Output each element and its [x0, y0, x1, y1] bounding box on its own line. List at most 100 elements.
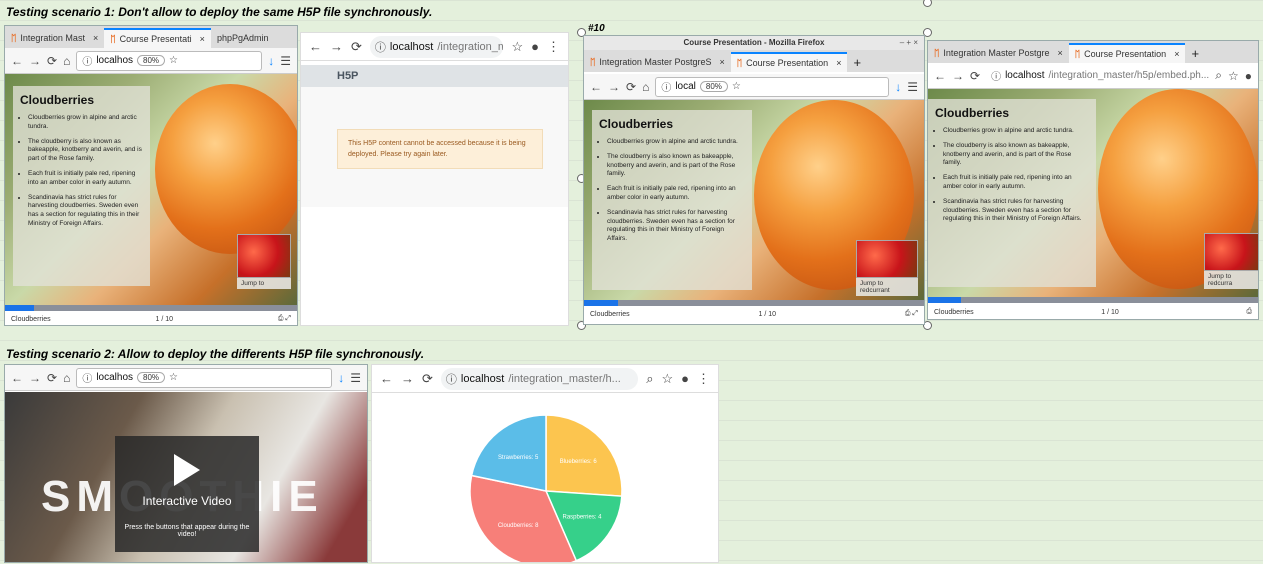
- download-icon[interactable]: ↓: [268, 54, 274, 68]
- video-title: Interactive Video: [142, 494, 232, 508]
- forward-icon[interactable]: →: [29, 371, 41, 385]
- play-icon[interactable]: [174, 454, 200, 486]
- back-icon[interactable]: ←: [11, 371, 23, 385]
- page-counter[interactable]: 1 / 10: [1101, 309, 1119, 316]
- url-bar[interactable]: ⓘ local 80% ☆: [655, 76, 890, 97]
- tab-course[interactable]: ᛖ Course Presentati ×: [104, 28, 211, 48]
- star-icon[interactable]: ☆: [169, 372, 178, 383]
- tab-course[interactable]: ᛖ Course Presentation ×: [730, 52, 848, 72]
- redcurrant-thumbnail[interactable]: [856, 240, 918, 278]
- nav-toolbar: ← → ⟳ ⓘ localhost/integration_master/h5p…: [928, 63, 1258, 89]
- close-icon[interactable]: ×: [200, 34, 205, 44]
- tab-integration[interactable]: ᛖ Integration Master PostgreS ×: [584, 52, 731, 72]
- back-icon[interactable]: ←: [590, 80, 602, 94]
- window-titlebar: Course Presentation - Mozilla Firefox – +…: [584, 36, 924, 50]
- jump-link[interactable]: Jump to: [237, 278, 291, 289]
- star-icon[interactable]: ☆: [511, 39, 523, 55]
- text-card: Cloudberries Cloudberries grow in alpine…: [13, 86, 150, 286]
- tab-integration[interactable]: ᛖ Integration Mast ×: [5, 28, 104, 48]
- reload-icon[interactable]: ⟳: [351, 39, 362, 55]
- menu-icon[interactable]: ☰: [907, 80, 918, 94]
- menu-icon[interactable]: ☰: [350, 371, 361, 385]
- home-icon[interactable]: ⌂: [63, 371, 70, 385]
- video-overlay[interactable]: Interactive Video Press the buttons that…: [115, 436, 259, 552]
- new-tab-icon[interactable]: +: [1185, 43, 1205, 63]
- print-icon[interactable]: ⎙ ⤢: [278, 315, 291, 323]
- progress-bar[interactable]: [5, 305, 297, 311]
- nav-toolbar: ← → ⟳ ⌂ ⓘ localhos 80% ☆ ↓ ☰: [5, 48, 297, 74]
- reload-icon[interactable]: ⟳: [970, 69, 980, 83]
- progress-bar[interactable]: [928, 297, 1258, 303]
- back-icon[interactable]: ←: [11, 54, 23, 68]
- jump-link[interactable]: Jump to redcurra: [1204, 271, 1258, 289]
- url-bar[interactable]: ⓘ localhos 80% ☆: [76, 50, 263, 71]
- menu-icon[interactable]: ☰: [280, 54, 291, 68]
- back-icon[interactable]: ←: [934, 69, 946, 83]
- forward-icon[interactable]: →: [29, 54, 41, 68]
- new-tab-icon[interactable]: +: [847, 52, 867, 72]
- scenario1-heading: Testing scenario 1: Don't allow to deplo…: [6, 5, 433, 19]
- reload-icon[interactable]: ⟳: [422, 371, 433, 387]
- star-icon[interactable]: ☆: [732, 81, 741, 92]
- zoom-badge[interactable]: 80%: [137, 372, 166, 383]
- zoom-badge[interactable]: 80%: [137, 55, 166, 66]
- tab-strip: ᛖ Integration Mast × ᛖ Course Presentati × p…: [5, 26, 297, 48]
- zoom-badge[interactable]: 80%: [699, 81, 728, 92]
- browser-window-1: ᛖ Integration Mast × ᛖ Course Presentati × p…: [4, 25, 298, 326]
- account-icon[interactable]: ●: [531, 39, 539, 54]
- browser-window-4: ᛖ Integration Master Postgre × ᛖ Course Pre…: [927, 40, 1259, 320]
- close-icon[interactable]: ×: [836, 58, 841, 68]
- account-icon[interactable]: ●: [1245, 69, 1252, 83]
- bullet: Scandinavia has strict rules for harvest…: [943, 198, 1089, 224]
- window-controls[interactable]: – + ×: [900, 36, 918, 50]
- url-bar[interactable]: ⓘ localhost/integration_master/h...: [369, 35, 504, 58]
- kebab-menu-icon[interactable]: ⋮: [547, 39, 560, 55]
- url-bar[interactable]: ⓘ localhost/integration_master/h...: [440, 367, 639, 390]
- reload-icon[interactable]: ⟳: [47, 371, 57, 385]
- close-icon[interactable]: ×: [1174, 49, 1179, 59]
- search-icon[interactable]: ⌕: [1215, 68, 1222, 83]
- scenario2-heading: Testing scenario 2: Allow to deploy the …: [6, 347, 425, 361]
- info-icon: ⓘ: [374, 41, 386, 54]
- url-bar[interactable]: ⓘ localhost/integration_master/h5p/embed…: [986, 65, 1210, 86]
- home-icon[interactable]: ⌂: [63, 54, 70, 68]
- url-bar[interactable]: ⓘ localhos 80% ☆: [76, 367, 333, 388]
- progress-bar[interactable]: [584, 300, 924, 306]
- pie-slice-blueberries[interactable]: [545, 414, 623, 497]
- back-icon[interactable]: ←: [309, 39, 322, 54]
- reload-icon[interactable]: ⟳: [47, 54, 57, 68]
- print-icon[interactable]: ⎙: [1246, 308, 1252, 316]
- pie-chart: Blueberries: 6 Raspberries: 4 Cloudberries…: [469, 414, 623, 562]
- forward-icon[interactable]: →: [608, 80, 620, 94]
- download-icon[interactable]: ↓: [895, 80, 901, 94]
- h5p-favicon-icon: ᛖ: [590, 57, 596, 67]
- home-icon[interactable]: ⌂: [642, 80, 649, 94]
- kebab-menu-icon[interactable]: ⋮: [697, 371, 710, 387]
- tab-integration[interactable]: ᛖ Integration Master Postgre ×: [928, 43, 1069, 63]
- star-icon[interactable]: ☆: [1228, 69, 1239, 83]
- tab-course[interactable]: ᛖ Course Presentation ×: [1068, 43, 1186, 63]
- account-icon[interactable]: ●: [681, 371, 689, 386]
- page-counter[interactable]: 1 / 10: [156, 316, 174, 323]
- video-area[interactable]: SMOOTHIE Interactive Video Press the but…: [5, 392, 367, 562]
- reload-icon[interactable]: ⟳: [626, 80, 636, 94]
- download-icon[interactable]: ↓: [338, 371, 344, 385]
- back-icon[interactable]: ←: [380, 371, 393, 386]
- jump-link[interactable]: Jump to redcurrant: [856, 278, 918, 296]
- close-icon[interactable]: ×: [93, 33, 98, 43]
- forward-icon[interactable]: →: [401, 371, 414, 386]
- star-icon[interactable]: ☆: [661, 371, 673, 387]
- redcurrant-thumbnail[interactable]: [237, 234, 291, 278]
- star-icon[interactable]: ☆: [169, 55, 178, 66]
- forward-icon[interactable]: →: [330, 39, 343, 54]
- tab-phppgadmin[interactable]: phpPgAdmin: [211, 28, 275, 48]
- close-icon[interactable]: ×: [1057, 48, 1062, 58]
- slide-title: Cloudberries: [20, 93, 95, 107]
- page-counter[interactable]: 1 / 10: [759, 311, 777, 318]
- close-icon[interactable]: ×: [719, 57, 724, 67]
- forward-icon[interactable]: →: [952, 69, 964, 83]
- redcurrant-thumbnail[interactable]: [1204, 233, 1258, 271]
- print-icon[interactable]: ⎙ ⤢: [905, 310, 918, 318]
- h5p-favicon-icon: ᛖ: [110, 34, 116, 44]
- search-icon[interactable]: ⌕: [646, 371, 653, 387]
